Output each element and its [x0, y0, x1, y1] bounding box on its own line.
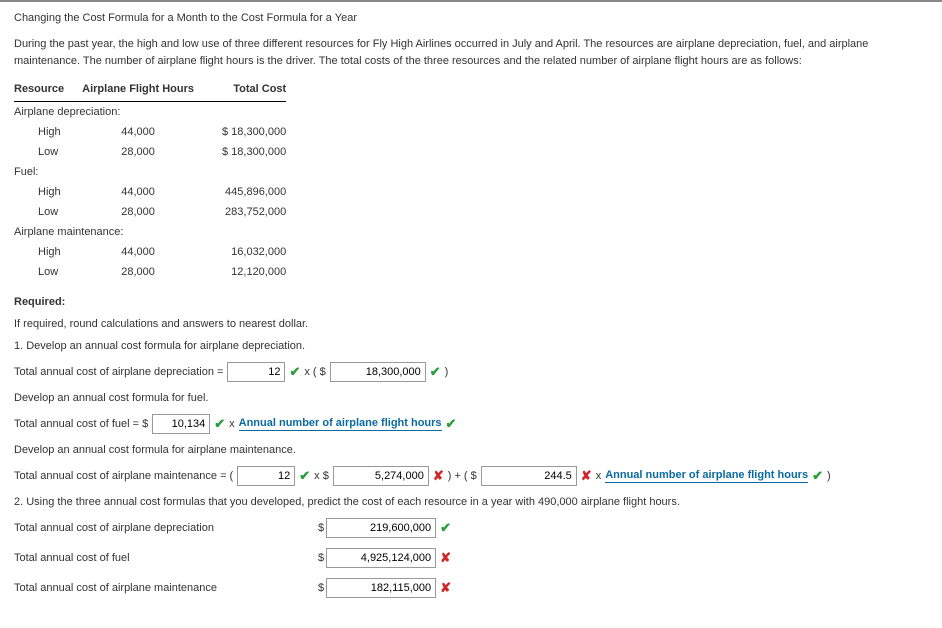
q1b-mid1: x [229, 418, 235, 430]
dollar-sign: $ [318, 522, 324, 534]
table-row: Low 28,000 283,752,000 [14, 202, 286, 222]
q1c-prefix: Total annual cost of airplane maintenanc… [14, 470, 233, 482]
q1c-suffix: ) [827, 470, 831, 482]
table-row: Airplane depreciation: [14, 102, 286, 123]
description: During the past year, the high and low u… [14, 36, 928, 69]
cell-label: High [14, 242, 82, 262]
q1c-mid2: ) + ( $ [448, 470, 477, 482]
cell-hours: 28,000 [82, 262, 222, 282]
check-icon: ✔ [440, 520, 451, 536]
q1c-input-2[interactable] [333, 466, 429, 486]
check-icon: ✔ [446, 416, 457, 432]
cell-hours: 44,000 [82, 122, 222, 142]
cell-cost: $ 18,300,000 [222, 122, 286, 142]
cell-cost: 16,032,000 [222, 242, 286, 262]
q1b-formula: Total annual cost of fuel = $ ✔ x Annual… [14, 414, 928, 434]
cross-icon: ✘ [433, 468, 444, 484]
table-row: High 44,000 16,032,000 [14, 242, 286, 262]
q2-prompt: 2. Using the three annual cost formulas … [14, 496, 928, 508]
q1c-mid3: x [596, 470, 602, 482]
q1-input-1[interactable] [227, 362, 285, 382]
q2-row-fuel: Total annual cost of fuel $ ✘ [14, 548, 928, 568]
table-row: Airplane maintenance: [14, 222, 286, 242]
table-row: High 44,000 $ 18,300,000 [14, 122, 286, 142]
table-row: High 44,000 445,896,000 [14, 182, 286, 202]
maintenance-label: Airplane maintenance: [14, 222, 286, 242]
q1c-formula: Total annual cost of airplane maintenanc… [14, 466, 928, 486]
cell-hours: 28,000 [82, 142, 222, 162]
top-divider [0, 0, 942, 2]
q2-fuel-label: Total annual cost of fuel [14, 552, 314, 564]
cross-icon: ✘ [440, 550, 451, 566]
cell-label: Low [14, 142, 82, 162]
flight-hours-dropdown[interactable]: Annual number of airplane flight hours [239, 417, 442, 431]
q1b-prompt: Develop an annual cost formula for fuel. [14, 392, 928, 404]
q1b-input-1[interactable] [152, 414, 210, 434]
q2-dep-input[interactable] [326, 518, 436, 538]
cell-cost: 445,896,000 [222, 182, 286, 202]
q2-row-dep: Total annual cost of airplane depreciati… [14, 518, 928, 538]
q1-suffix: ) [445, 366, 449, 378]
rounding-note: If required, round calculations and answ… [14, 318, 928, 330]
cell-label: High [14, 122, 82, 142]
check-icon: ✔ [289, 364, 300, 380]
col-resource: Resource [14, 79, 82, 102]
cell-cost: $ 18,300,000 [222, 142, 286, 162]
q1-input-2[interactable] [330, 362, 426, 382]
col-hours: Airplane Flight Hours [82, 79, 222, 102]
data-table: Resource Airplane Flight Hours Total Cos… [14, 79, 286, 282]
table-row: Low 28,000 $ 18,300,000 [14, 142, 286, 162]
cell-label: Low [14, 262, 82, 282]
check-icon: ✔ [430, 364, 441, 380]
q1-mid1: x ( $ [304, 366, 325, 378]
q1c-input-1[interactable] [237, 466, 295, 486]
q1c-mid1: x $ [314, 470, 329, 482]
q1-prefix: Total annual cost of airplane depreciati… [14, 366, 223, 378]
cell-hours: 28,000 [82, 202, 222, 222]
flight-hours-dropdown[interactable]: Annual number of airplane flight hours [605, 469, 808, 483]
cell-label: High [14, 182, 82, 202]
dollar-sign: $ [318, 552, 324, 564]
cell-hours: 44,000 [82, 182, 222, 202]
required-heading: Required: [14, 296, 928, 308]
check-icon: ✔ [299, 468, 310, 484]
cross-icon: ✘ [440, 580, 451, 596]
col-cost: Total Cost [222, 79, 286, 102]
q2-row-maint: Total annual cost of airplane maintenanc… [14, 578, 928, 598]
check-icon: ✔ [214, 416, 225, 432]
depreciation-label: Airplane depreciation: [14, 102, 286, 123]
cell-label: Low [14, 202, 82, 222]
dollar-sign: $ [318, 582, 324, 594]
cell-cost: 12,120,000 [222, 262, 286, 282]
cell-cost: 283,752,000 [222, 202, 286, 222]
table-header-row: Resource Airplane Flight Hours Total Cos… [14, 79, 286, 102]
q1-prompt: 1. Develop an annual cost formula for ai… [14, 340, 928, 352]
page-title: Changing the Cost Formula for a Month to… [14, 12, 928, 24]
page-content: Changing the Cost Formula for a Month to… [0, 12, 942, 628]
q2-maint-label: Total annual cost of airplane maintenanc… [14, 582, 314, 594]
q1c-input-3[interactable] [481, 466, 577, 486]
cell-hours: 44,000 [82, 242, 222, 262]
q1b-prefix: Total annual cost of fuel = $ [14, 418, 148, 430]
q1c-prompt: Develop an annual cost formula for airpl… [14, 444, 928, 456]
q2-maint-input[interactable] [326, 578, 436, 598]
q2-fuel-input[interactable] [326, 548, 436, 568]
cross-icon: ✘ [581, 468, 592, 484]
fuel-label: Fuel: [14, 162, 286, 182]
q1-formula: Total annual cost of airplane depreciati… [14, 362, 928, 382]
q2-dep-label: Total annual cost of airplane depreciati… [14, 522, 314, 534]
check-icon: ✔ [812, 468, 823, 484]
table-row: Low 28,000 12,120,000 [14, 262, 286, 282]
table-row: Fuel: [14, 162, 286, 182]
